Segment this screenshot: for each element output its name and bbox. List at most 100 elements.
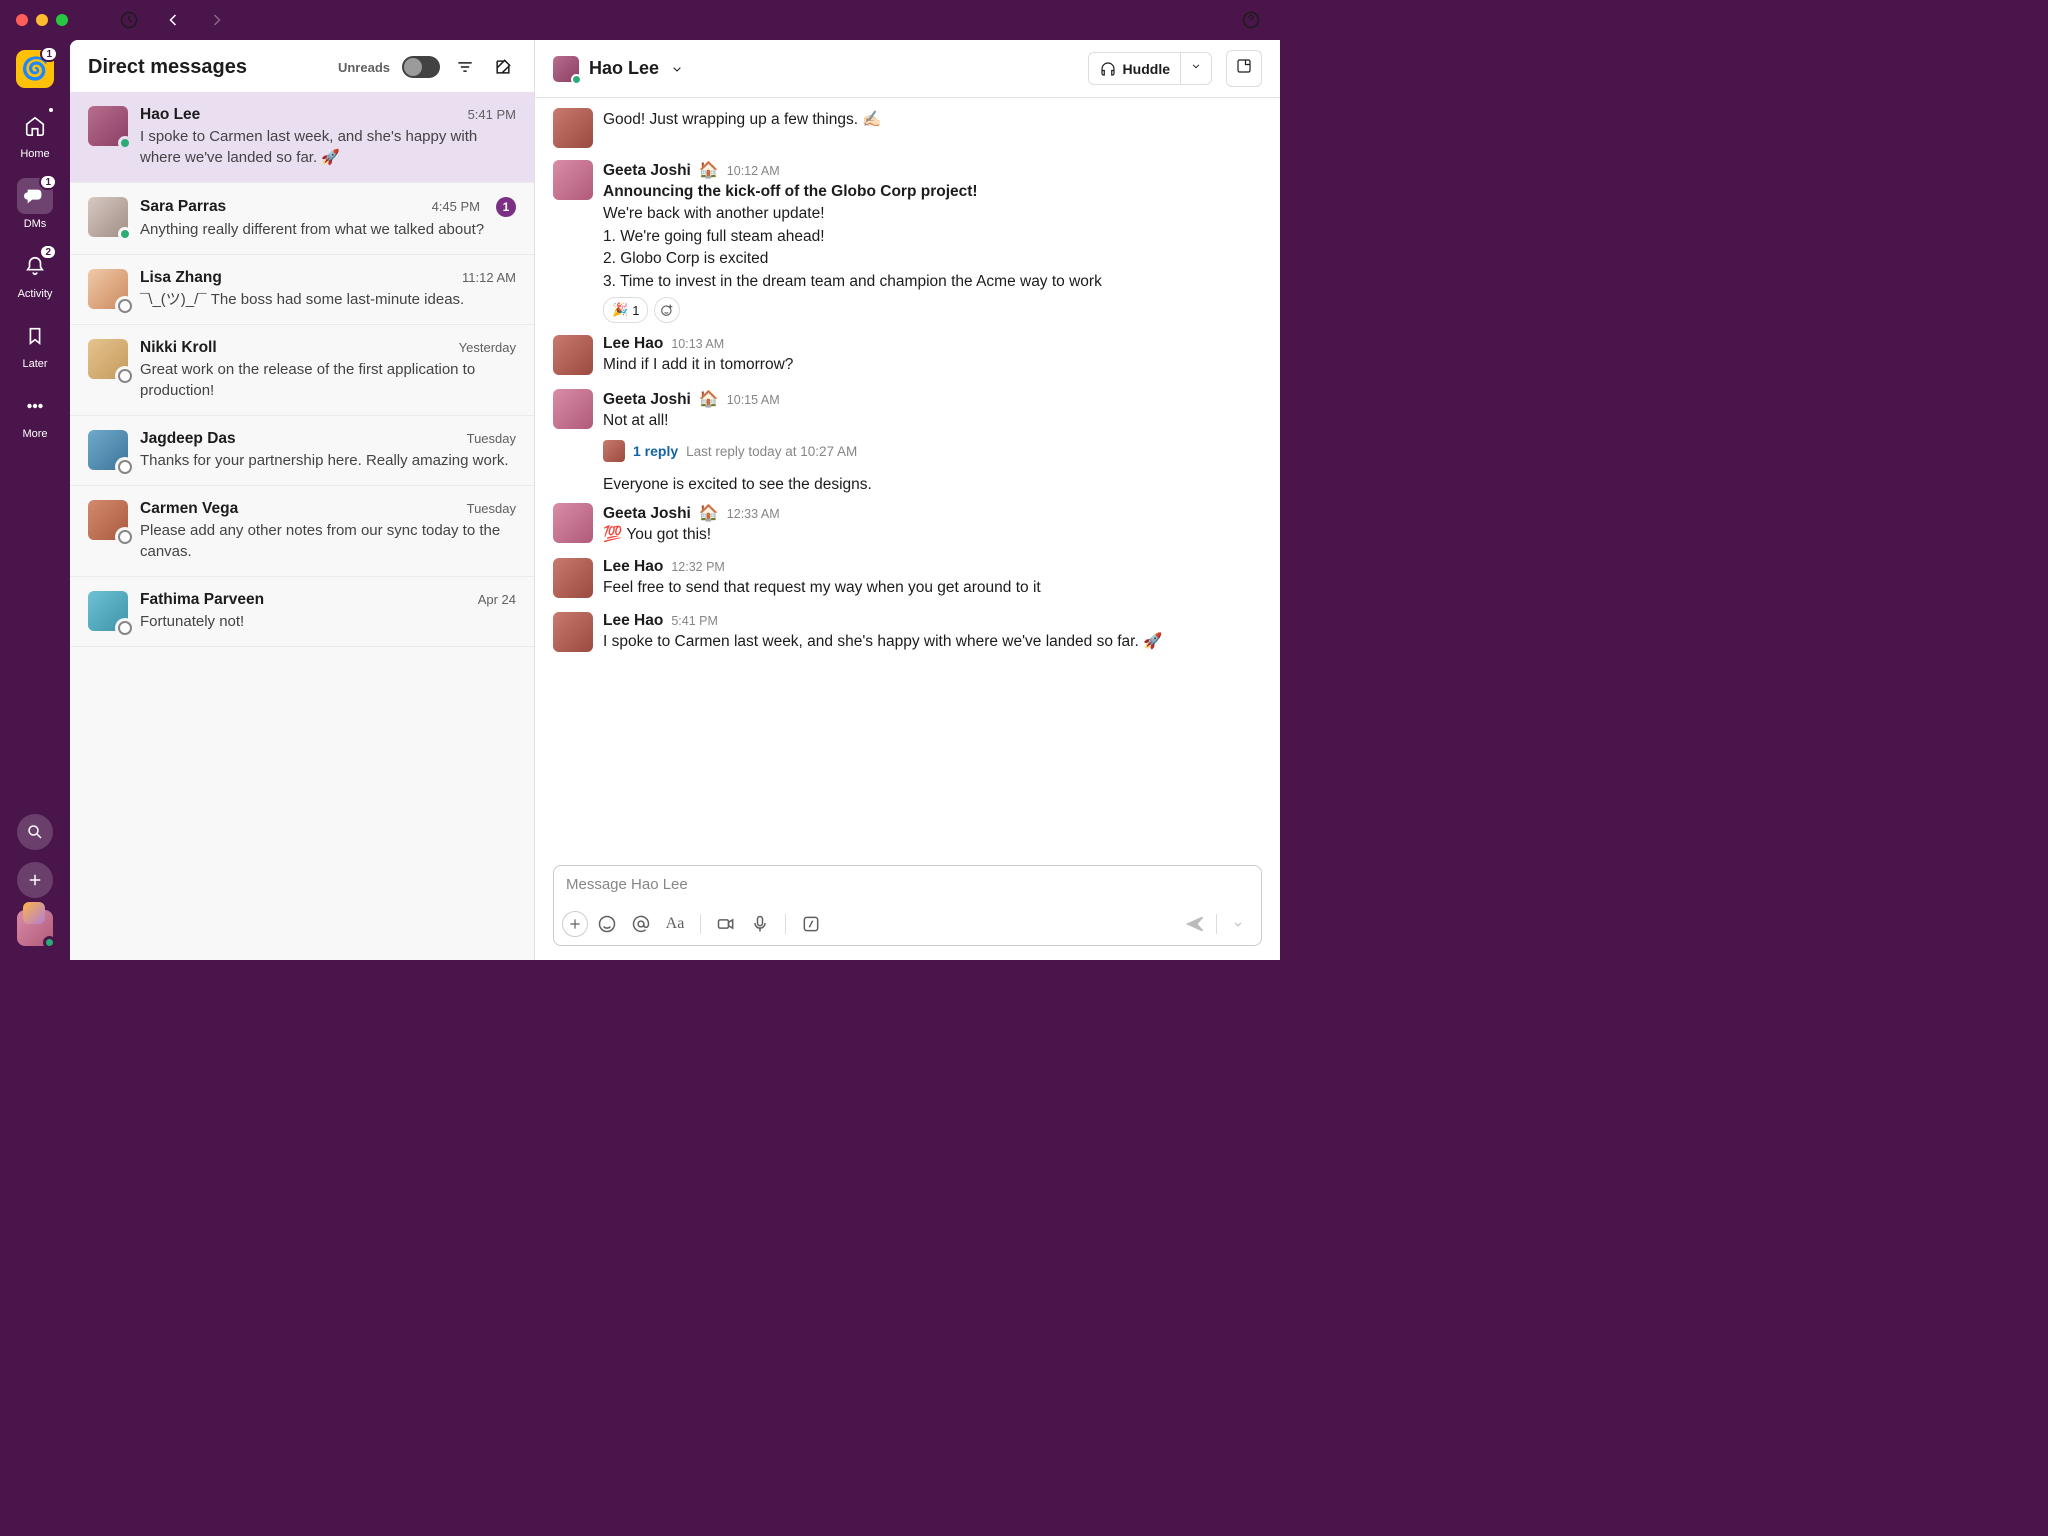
minimize-window[interactable] — [36, 14, 48, 26]
rail-item-activity[interactable]: 2 Activity — [0, 242, 70, 306]
huddle-button[interactable]: Huddle — [1088, 52, 1181, 85]
attach-button[interactable] — [562, 911, 588, 937]
canvas-button[interactable] — [1226, 50, 1262, 87]
message-time: 10:12 AM — [727, 164, 780, 178]
message-time: 10:15 AM — [727, 393, 780, 407]
status-emoji: 🏠 — [699, 160, 719, 180]
send-icon — [1185, 914, 1205, 934]
message-time: 12:33 AM — [727, 507, 780, 521]
rail-item-home[interactable]: Home — [0, 102, 70, 166]
avatar — [88, 106, 128, 146]
thread-avatar — [603, 440, 625, 462]
message-composer[interactable]: Message Hao Lee Aa — [553, 865, 1262, 946]
dm-name: Nikki Kroll — [140, 339, 217, 357]
user-avatar[interactable] — [17, 910, 53, 946]
search-button[interactable] — [17, 814, 53, 850]
avatar — [553, 108, 593, 148]
close-window[interactable] — [16, 14, 28, 26]
thread-summary[interactable]: 1 reply Last reply today at 10:27 AM — [603, 436, 1262, 466]
message-author[interactable]: Lee Hao — [603, 612, 663, 630]
message: Lee Hao 10:13 AM Mind if I add it in tom… — [553, 329, 1262, 382]
dm-item[interactable]: Hao Lee 5:41 PM I spoke to Carmen last w… — [70, 92, 534, 183]
message-list[interactable]: Good! Just wrapping up a few things. ✍🏻 … — [535, 98, 1280, 859]
filter-button[interactable] — [452, 54, 478, 80]
emoji-button[interactable] — [592, 909, 622, 939]
canvas-icon — [1235, 57, 1253, 75]
dm-item[interactable]: Lisa Zhang 11:12 AM ¯\_(ツ)_/¯ The boss h… — [70, 255, 534, 325]
avatar — [88, 197, 128, 237]
video-button[interactable] — [711, 909, 741, 939]
message: Geeta Joshi 🏠 10:15 AM Not at all! 1 rep… — [553, 383, 1262, 472]
message: Geeta Joshi 🏠 10:12 AM Announcing the ki… — [553, 154, 1262, 329]
reaction[interactable]: 🎉1 — [603, 297, 648, 323]
message-author[interactable]: Lee Hao — [603, 335, 663, 353]
help-icon[interactable] — [1238, 7, 1264, 33]
history-icon[interactable] — [116, 7, 142, 33]
message-author[interactable]: Lee Hao — [603, 558, 663, 576]
rail-item-later[interactable]: Later — [0, 312, 70, 376]
workspace-switcher[interactable]: 🌀 1 — [16, 50, 54, 88]
conversation-header: Hao Lee Huddle — [535, 40, 1280, 98]
dm-name: Fathima Parveen — [140, 591, 264, 609]
formatting-button[interactable]: Aa — [660, 909, 690, 939]
dm-item[interactable]: Jagdeep Das Tuesday Thanks for your part… — [70, 416, 534, 486]
huddle-menu[interactable] — [1181, 52, 1212, 85]
slash-button[interactable] — [796, 909, 826, 939]
presence-indicator — [118, 460, 132, 474]
filter-icon — [455, 57, 475, 77]
dm-item[interactable]: Sara Parras 4:45 PM 1 Anything really di… — [70, 183, 534, 255]
dm-preview: Thanks for your partnership here. Really… — [140, 450, 516, 471]
bookmark-icon — [24, 325, 46, 347]
nav-forward-icon[interactable] — [204, 7, 230, 33]
avatar — [553, 558, 593, 598]
message-text: Not at all! — [603, 410, 1262, 432]
conversation-avatar — [553, 56, 579, 82]
unreads-label: Unreads — [338, 60, 390, 75]
dm-item[interactable]: Carmen Vega Tuesday Please add any other… — [70, 486, 534, 577]
dm-preview: Please add any other notes from our sync… — [140, 520, 516, 562]
message-text: Announcing the kick-off of the Globo Cor… — [603, 181, 1262, 293]
search-icon — [26, 823, 44, 841]
dm-list[interactable]: Hao Lee 5:41 PM I spoke to Carmen last w… — [70, 92, 534, 960]
message-author[interactable]: Geeta Joshi — [603, 162, 691, 180]
left-rail: 🌀 1 Home 1 DMs 2 Activity — [0, 40, 70, 960]
message-author[interactable]: Geeta Joshi — [603, 505, 691, 523]
rail-item-dms[interactable]: 1 DMs — [0, 172, 70, 236]
dm-item[interactable]: Nikki Kroll Yesterday Great work on the … — [70, 325, 534, 416]
rail-item-more[interactable]: More — [0, 382, 70, 446]
send-button[interactable] — [1180, 909, 1210, 939]
more-icon — [24, 395, 46, 417]
at-icon — [631, 914, 651, 934]
rail-label-activity: Activity — [18, 288, 53, 300]
compose-button[interactable] — [490, 54, 516, 80]
send-options[interactable] — [1223, 909, 1253, 939]
conversation-presence — [571, 74, 582, 85]
create-button[interactable] — [17, 862, 53, 898]
conversation-title[interactable]: Hao Lee — [589, 58, 659, 79]
dm-item[interactable]: Fathima Parveen Apr 24 Fortunately not! — [70, 577, 534, 647]
mention-button[interactable] — [626, 909, 656, 939]
unreads-toggle[interactable] — [402, 56, 440, 78]
message-author[interactable]: Geeta Joshi — [603, 391, 691, 409]
home-icon — [24, 115, 46, 137]
message-text: Good! Just wrapping up a few things. ✍🏻 — [603, 109, 1262, 131]
thread-link: 1 reply — [633, 443, 678, 459]
shortcut-icon — [801, 914, 821, 934]
maximize-window[interactable] — [56, 14, 68, 26]
plus-icon — [26, 871, 44, 889]
dm-preview: Anything really different from what we t… — [140, 219, 516, 240]
audio-button[interactable] — [745, 909, 775, 939]
add-reaction-button[interactable] — [654, 297, 680, 323]
dm-time: Tuesday — [467, 501, 516, 516]
activity-badge: 2 — [39, 244, 57, 260]
workspace-badge: 1 — [40, 46, 58, 62]
titlebar — [0, 0, 1280, 40]
dm-name: Sara Parras — [140, 198, 226, 216]
presence-indicator — [118, 227, 132, 241]
chevron-down-icon[interactable] — [669, 61, 685, 77]
nav-back-icon[interactable] — [160, 7, 186, 33]
composer-input[interactable]: Message Hao Lee — [554, 866, 1261, 903]
dm-time: Yesterday — [459, 340, 516, 355]
presence-indicator — [118, 530, 132, 544]
dms-badge: 1 — [39, 174, 57, 190]
